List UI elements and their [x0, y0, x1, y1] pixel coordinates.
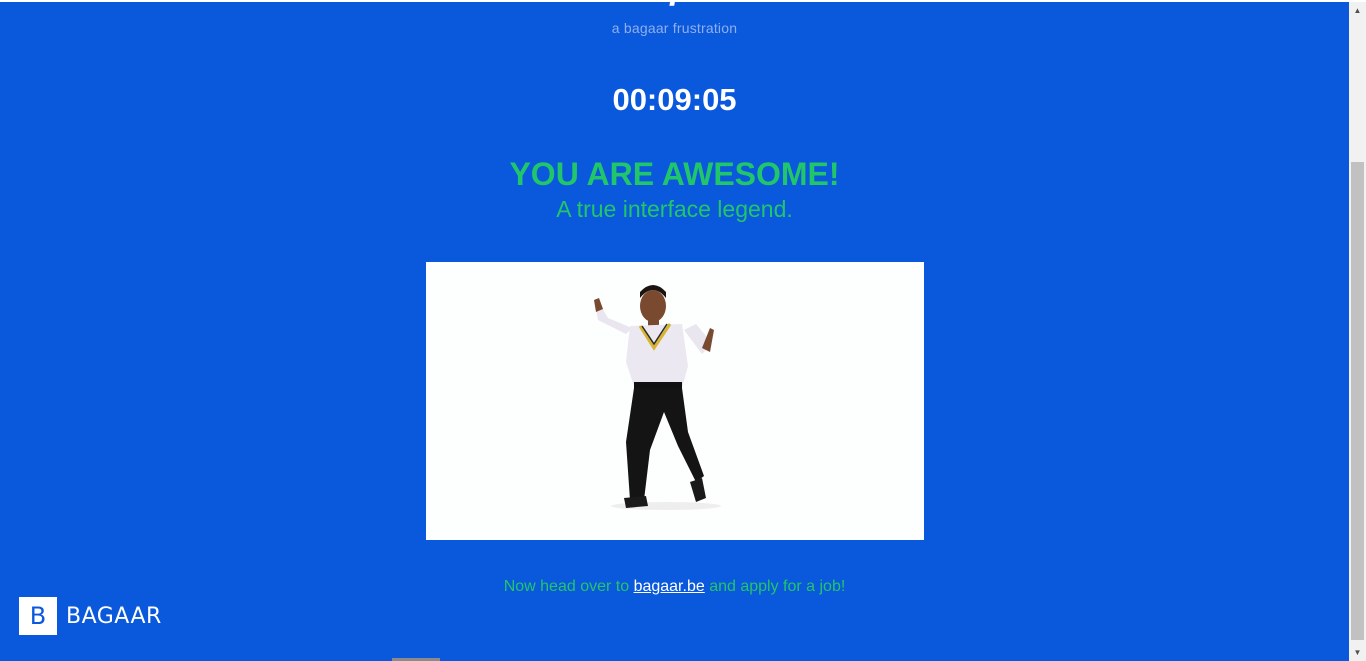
bagaar-link[interactable]: bagaar.be [634, 578, 705, 595]
celebration-gif [426, 262, 924, 540]
call-to-action: Now head over to bagaar.be and apply for… [0, 578, 1349, 596]
scroll-down-arrow-icon[interactable]: ▼ [1349, 644, 1366, 661]
logo-wordmark: BAGAAR [66, 603, 162, 629]
vertical-scrollbar[interactable]: ▲ ▼ [1349, 2, 1366, 661]
bagaar-logo[interactable]: B BAGAAR [19, 597, 162, 635]
cta-suffix: and apply for a job! [704, 578, 846, 595]
elapsed-timer: 00:09:05 [612, 82, 737, 117]
logo-letter-box: B [19, 597, 57, 635]
page-viewport: / a bagaar frustration 00:09:05 YOU ARE … [0, 2, 1349, 661]
cta-prefix: Now head over to [503, 578, 634, 595]
dancing-man-illustration [426, 262, 924, 540]
success-headline: YOU ARE AWESOME! [509, 156, 840, 192]
success-tagline: A true interface legend. [556, 196, 793, 222]
scroll-up-arrow-icon[interactable]: ▲ [1349, 2, 1366, 19]
page-subtitle: a bagaar frustration [611, 20, 738, 36]
page-title-fragment: / [0, 2, 1349, 12]
scrollbar-thumb[interactable] [1351, 162, 1364, 640]
